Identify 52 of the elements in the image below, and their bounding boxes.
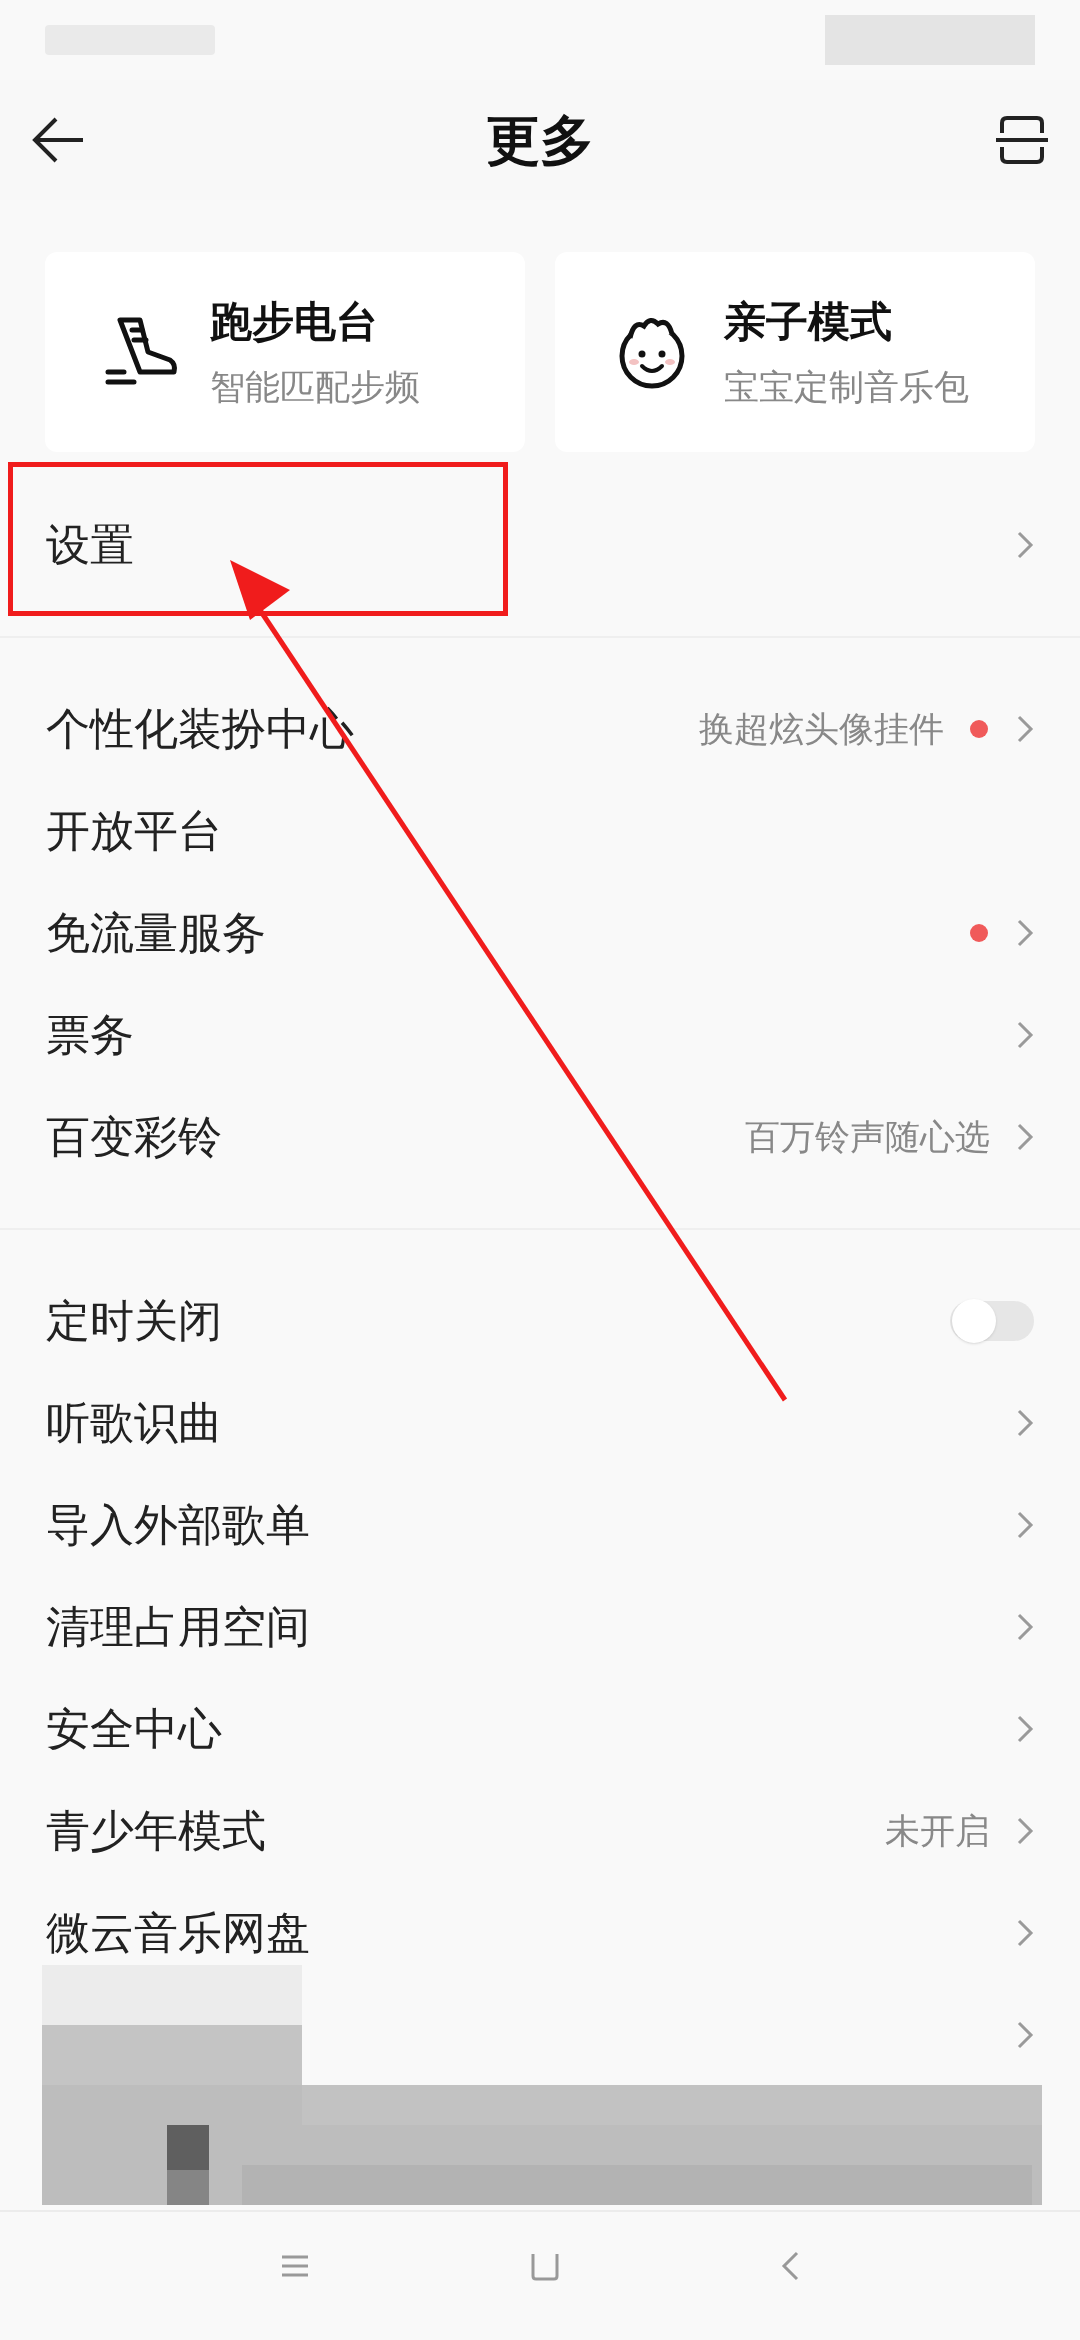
feature-card[interactable]: 跑步电台 智能匹配步频 <box>45 252 525 452</box>
item-label: 定时关闭 <box>46 1295 222 1347</box>
menu-item[interactable]: 设置 <box>0 494 1080 596</box>
item-hint: 百万铃声随心选 <box>745 1115 990 1158</box>
back-arrow-icon[interactable] <box>30 115 86 165</box>
toggle-switch[interactable] <box>950 1301 1034 1341</box>
menu-item[interactable]: 安全中心 <box>0 1678 1080 1780</box>
chevron-icon <box>1016 530 1034 560</box>
home-icon[interactable] <box>530 2251 560 2281</box>
menu-item[interactable]: 票务 <box>0 984 1080 1086</box>
chevron-icon <box>1016 1816 1034 1846</box>
item-hint: 换超炫头像挂件 <box>699 707 944 750</box>
menu-item[interactable]: 百变彩铃 百万铃声随心选 <box>0 1086 1080 1188</box>
item-label: 开放平台 <box>46 805 222 857</box>
page-title: 更多 <box>486 108 594 172</box>
item-label: 设置 <box>46 519 134 571</box>
chevron-icon <box>1016 714 1034 744</box>
menu-icon[interactable] <box>280 2254 310 2278</box>
menu-item[interactable]: 听歌识曲 <box>0 1372 1080 1474</box>
item-label: 微云音乐网盘 <box>46 1907 310 1959</box>
back-icon[interactable] <box>780 2250 800 2282</box>
menu-item[interactable]: 定时关闭 <box>0 1270 1080 1372</box>
chevron-icon <box>1016 1408 1034 1438</box>
chevron-icon <box>1016 1918 1034 1948</box>
menu-item[interactable]: 青少年模式 未开启 <box>0 1780 1080 1882</box>
chevron-icon <box>1016 1510 1034 1540</box>
chevron-icon <box>1016 1714 1034 1744</box>
menu-item[interactable]: 清理占用空间 <box>0 1576 1080 1678</box>
item-label: 安全中心 <box>46 1703 222 1755</box>
item-label: 免流量服务 <box>46 907 266 959</box>
feature-card[interactable]: 亲子模式 宝宝定制音乐包 <box>555 252 1035 452</box>
card-subtitle: 智能匹配步频 <box>210 366 420 409</box>
card-title: 亲子模式 <box>724 297 893 348</box>
chevron-icon <box>1016 2020 1034 2050</box>
scan-icon[interactable] <box>994 115 1050 165</box>
item-label: 清理占用空间 <box>46 1601 310 1653</box>
item-hint: 未开启 <box>885 1809 990 1852</box>
menu-item[interactable]: 微云音乐网盘 <box>0 1882 1080 1984</box>
chevron-icon <box>1016 1612 1034 1642</box>
chevron-icon <box>1016 1020 1034 1050</box>
menu-item[interactable]: 导入外部歌单 <box>0 1474 1080 1576</box>
item-label: 青少年模式 <box>46 1805 266 1857</box>
chevron-icon <box>1016 918 1034 948</box>
item-label: 导入外部歌单 <box>46 1499 310 1551</box>
item-label: 听歌识曲 <box>46 1397 222 1449</box>
chevron-icon <box>1016 1122 1034 1152</box>
item-label: 百变彩铃 <box>46 1111 222 1163</box>
menu-item[interactable]: 免流量服务 <box>0 882 1080 984</box>
menu-item[interactable]: 开放平台 <box>0 780 1080 882</box>
card-subtitle: 宝宝定制音乐包 <box>724 366 969 409</box>
item-label: 票务 <box>46 1009 134 1061</box>
card-title: 跑步电台 <box>210 297 379 348</box>
